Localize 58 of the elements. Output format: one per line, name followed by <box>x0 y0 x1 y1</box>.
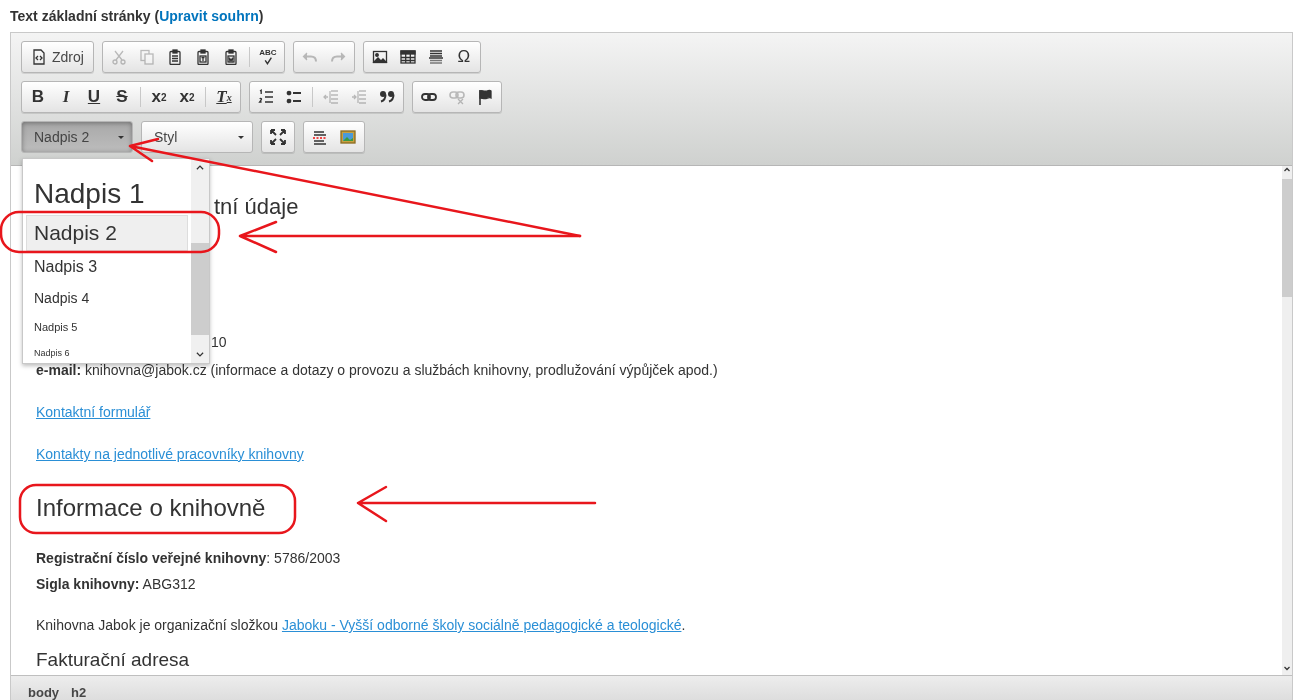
scroll-up-icon <box>1283 166 1291 174</box>
scrollbar-thumb[interactable] <box>191 243 209 335</box>
scrollbar[interactable] <box>1282 166 1292 675</box>
format-button[interactable]: B <box>25 84 51 110</box>
format-option[interactable]: Nadpis 2 <box>26 215 188 251</box>
quote-icon <box>379 89 395 105</box>
maximize-icon <box>270 129 286 145</box>
dropdown-scrollbar[interactable] <box>191 159 209 363</box>
heading: tní údaje <box>214 194 299 220</box>
format-dropdown[interactable]: Nadpis 2 <box>21 121 133 153</box>
content-link[interactable]: Kontaktní formulář <box>36 404 151 420</box>
field-label: Text základní stránky (Upravit souhrn) <box>10 8 264 24</box>
scroll-down-icon <box>1283 664 1291 672</box>
copy-icon <box>138 49 155 65</box>
format-option[interactable]: Nadpis 4 <box>26 283 188 313</box>
text-fragment: 10 <box>211 333 227 352</box>
outdent-icon <box>323 89 339 105</box>
image-icon <box>371 49 388 65</box>
indent-icon <box>351 89 367 105</box>
format-option[interactable]: Nadpis 6 <box>26 341 188 363</box>
bullet-list-icon <box>286 89 302 105</box>
format-button[interactable]: I <box>53 84 79 110</box>
format-button[interactable]: S <box>109 84 135 110</box>
scroll-up-icon <box>195 163 205 173</box>
element-path-link[interactable]: body <box>27 682 61 700</box>
info-line: Sigla knihovny: ABG312 <box>36 575 196 594</box>
source-button[interactable]: Zdroj <box>25 44 90 70</box>
numbered-list-icon <box>258 89 274 105</box>
caret-icon <box>118 135 124 139</box>
caret-icon <box>238 135 244 139</box>
format-button[interactable]: U <box>81 84 107 110</box>
edit-summary-link[interactable]: Upravit souhrn <box>159 8 259 24</box>
heading: Fakturační adresa <box>36 649 190 671</box>
clipboard-icon <box>194 49 211 65</box>
scroll-down-icon <box>195 349 205 359</box>
content-link[interactable]: Kontakty na jednotlivé pracovníky knihovny <box>36 446 304 462</box>
clipboard-icon <box>222 49 239 65</box>
document-code-icon <box>31 49 47 65</box>
format-option[interactable]: Nadpis 3 <box>26 251 188 283</box>
info-line: Registrační číslo veřejné knihovny: 5786/2003 <box>36 549 341 568</box>
paragraph: e-mail: knihovna@jabok.cz (informace a dotazy o provozu a službách knihovny, prodlužování výpůjček apod.) <box>36 361 718 380</box>
scrollbar-thumb[interactable] <box>1282 179 1292 297</box>
clipboard-icon <box>166 49 183 65</box>
spellcheck-button[interactable]: ABC <box>254 44 281 70</box>
heading: Informace o knihovně <box>36 493 266 523</box>
paragraph: Knihovna Jabok je organizační složkou Jaboku - Vyšší odborné školy sociálně pedagogické a teologické. <box>36 616 686 635</box>
broken-link-icon <box>449 89 465 105</box>
scissors-icon <box>110 49 127 65</box>
format-button[interactable]: Ω <box>450 44 477 70</box>
picture-icon <box>340 129 356 145</box>
text-lines-icon <box>312 129 328 145</box>
element-path-link[interactable]: h2 <box>70 682 88 700</box>
horizontal-line-icon <box>427 49 444 65</box>
format-option[interactable]: Nadpis 5 <box>26 313 188 341</box>
flag-icon <box>477 89 493 105</box>
style-dropdown[interactable]: Styl <box>141 121 253 153</box>
table-icon <box>399 49 416 65</box>
format-option[interactable]: Nadpis 1 <box>26 173 188 215</box>
